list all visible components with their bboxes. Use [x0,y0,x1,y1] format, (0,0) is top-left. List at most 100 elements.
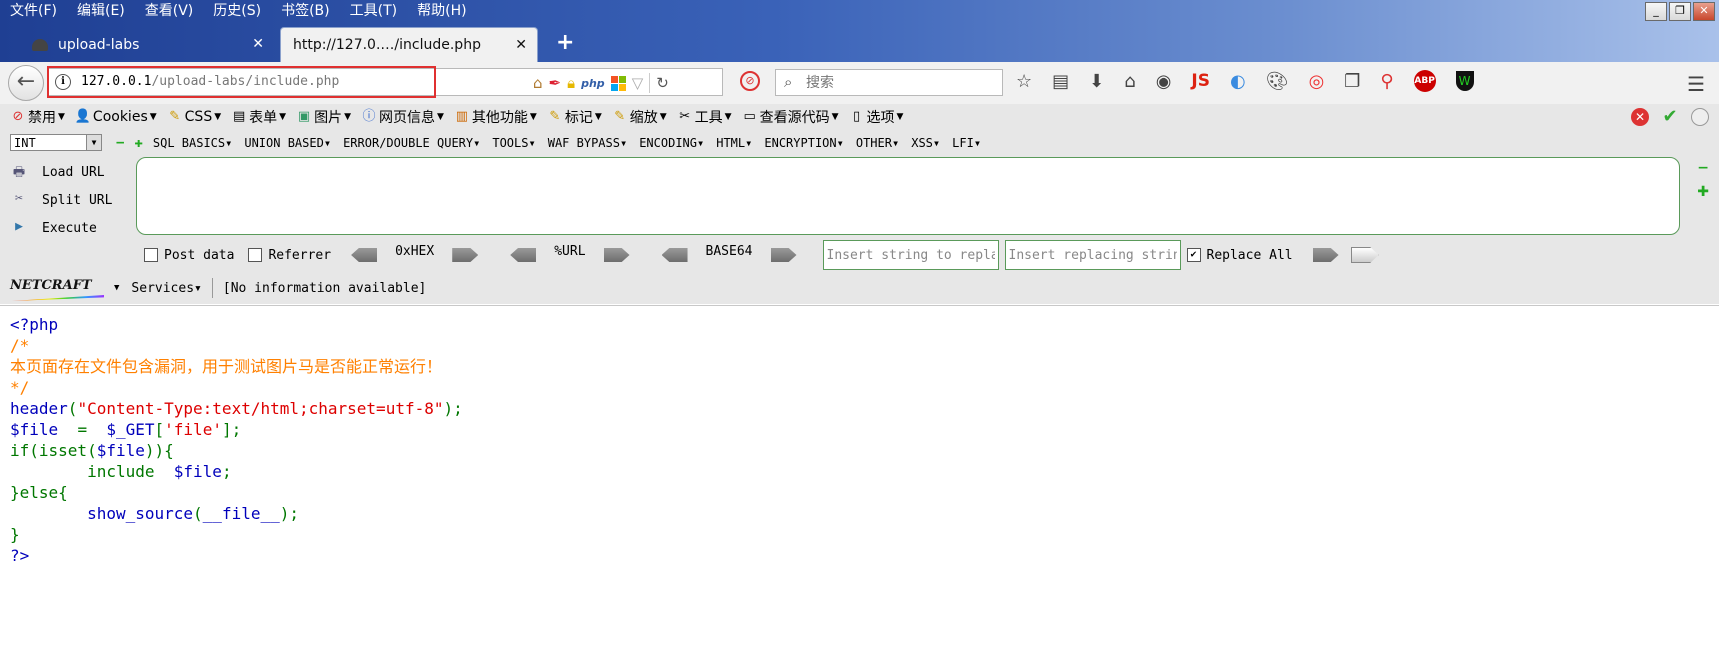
decode-arrow-icon[interactable] [351,248,378,262]
checkbox[interactable] [144,248,158,262]
plus-icon[interactable]: ✚ [1697,184,1709,200]
home-icon[interactable]: ⌂ [1124,71,1135,92]
comment-text: 本页面存在文件包含漏洞，用于测试图片马是否能正常运行！ [10,357,443,376]
dev-misc-menu[interactable]: ▥ 其他功能 ▼ [454,107,537,127]
js-toggle-icon[interactable]: JS [1191,71,1210,91]
menu-encoding[interactable]: ENCODING▾ [639,136,704,150]
url-text[interactable]: 127.0.0.1/upload-labs/include.php [81,74,339,89]
url-bar[interactable]: i 127.0.0.1/upload-labs/include.php ⌂ ✒ … [47,66,723,98]
dev-css-menu[interactable]: ✎ CSS ▼ [167,109,221,125]
adblock-plus-icon[interactable]: ABP [1413,70,1436,92]
palette-icon[interactable]: 🎨︎ [1266,71,1289,92]
dev-tools-menu[interactable]: ✂ 工具 ▼ [677,107,731,127]
lock-icon[interactable]: 🔒︎ [567,74,575,92]
menu-hamburger-icon[interactable]: ☰ [1687,72,1705,96]
menu-edit[interactable]: 编辑(E) [67,0,135,22]
tab-close-icon[interactable]: ✕ [515,37,527,53]
replace-all-checkbox[interactable]: ✔ Replace All [1186,248,1293,263]
blocker-icon[interactable]: ⊘ [740,71,760,91]
dev-images-menu[interactable]: ▣ 图片 ▼ [296,107,351,127]
execute-button[interactable]: ▶ Execute [10,214,120,242]
minus-icon[interactable]: − [1697,160,1709,176]
dev-disable-menu[interactable]: ⊘ 禁用 ▼ [10,107,65,127]
dev-forms-menu[interactable]: ▤ 表单 ▼ [231,107,286,127]
tab-upload-labs[interactable]: upload-labs ✕ [24,27,274,62]
menu-tools[interactable]: 工具(T) [340,0,407,22]
plus-icon[interactable]: ✚ [134,135,142,151]
menu-encryption[interactable]: ENCRYPTION▾ [764,136,843,150]
windows-icon[interactable] [610,75,626,91]
search-box[interactable]: ⌕ [775,69,1003,96]
menu-html[interactable]: HTML▾ [716,136,752,150]
minus-icon[interactable]: − [116,135,124,151]
dropdown-arrow-icon[interactable]: ▽ [632,74,644,92]
menu-other[interactable]: OTHER▾ [856,136,899,150]
clipboard-icon[interactable]: ❐ [1344,71,1360,92]
dev-resize-menu[interactable]: ✎ 缩放 ▼ [612,107,666,127]
php-icon[interactable]: php [581,77,605,90]
comment-open: /* [10,336,30,355]
chevron-down-icon[interactable]: ▼ [114,283,119,293]
menu-view[interactable]: 查看(V) [135,0,204,22]
color-picker-icon[interactable]: ◐ [1230,71,1246,92]
reading-list-icon[interactable]: ▤ [1052,71,1069,92]
minimize-button[interactable]: _ [1645,2,1667,21]
menu-sql-basics[interactable]: SQL BASICS▾ [153,136,232,150]
zoom-icon[interactable]: ⚲ [1380,71,1393,92]
code-token: include [10,462,174,481]
site-info-icon[interactable]: i [55,74,71,90]
decode-arrow-icon[interactable] [510,248,537,262]
menu-bookmarks[interactable]: 书签(B) [271,0,340,22]
int-select[interactable]: INT ▼ [10,134,102,151]
shield-icon[interactable]: W [1455,71,1474,91]
tab-include-php[interactable]: http://127.0.…/include.php ✕ [280,27,538,62]
url-textarea[interactable] [136,157,1680,235]
status-circle-icon[interactable] [1691,108,1709,126]
back-button[interactable]: ← [8,65,44,101]
menu-history[interactable]: 历史(S) [203,0,271,22]
menu-lfi[interactable]: LFI▾ [952,136,981,150]
menu-tools[interactable]: TOOLS▾ [492,136,535,150]
search-input[interactable] [804,72,998,94]
dev-outline-menu[interactable]: ✎ 标记 ▼ [547,107,601,127]
encode-arrow-icon[interactable] [603,248,630,262]
globe-icon[interactable]: ◉ [1156,71,1172,92]
dev-info-menu[interactable]: ⓘ 网页信息 ▼ [361,107,443,127]
menu-file[interactable]: 文件(F) [0,0,67,22]
menu-union-based[interactable]: UNION BASED▾ [244,136,331,150]
checkbox-checked[interactable]: ✔ [1186,248,1201,262]
tab-close-icon[interactable]: ✕ [252,36,264,52]
replace-right-arrow-icon[interactable] [1350,247,1379,263]
addon-icon[interactable]: ◎ [1309,71,1325,92]
new-tab-button[interactable]: + [556,30,574,56]
home-icon[interactable]: ⌂ [533,74,543,92]
menu-error-double-query[interactable]: ERROR/DOUBLE QUERY▾ [343,136,480,150]
menu-waf-bypass[interactable]: WAF BYPASS▾ [548,136,627,150]
load-url-button[interactable]: 🖶︎ Load URL [10,158,120,186]
encode-arrow-icon[interactable] [770,248,797,262]
close-window-button[interactable]: ✕ [1693,2,1715,21]
services-menu[interactable]: Services▾ [131,281,201,296]
decode-arrow-icon[interactable] [661,248,688,262]
menu-xss[interactable]: XSS▾ [911,136,940,150]
restore-button[interactable]: ❐ [1669,2,1691,21]
menu-help[interactable]: 帮助(H) [407,0,476,22]
download-icon[interactable]: ⬇ [1089,71,1104,92]
reload-icon[interactable]: ↻ [656,74,669,92]
feather-icon[interactable]: ✒ [549,74,562,92]
encode-arrow-icon[interactable] [452,248,479,262]
checkbox[interactable] [248,248,263,262]
valid-check-icon[interactable]: ✔ [1661,108,1679,126]
dev-cookies-menu[interactable]: 👤 Cookies ▼ [75,109,157,125]
split-url-button[interactable]: ✂ Split URL [10,186,120,214]
referrer-checkbox[interactable]: Referrer [248,248,331,263]
replace-string-input[interactable] [1004,240,1181,270]
replace-left-arrow-icon[interactable] [1312,248,1339,262]
dev-options-menu[interactable]: ▯ 选项 ▼ [849,107,904,127]
netcraft-logo[interactable]: NETCRAFT [10,275,108,301]
find-string-input[interactable] [822,240,999,270]
dev-view-source-menu[interactable]: ▭ 查看源代码 ▼ [742,107,838,127]
bookmark-star-icon[interactable]: ☆ [1016,71,1032,92]
post-data-checkbox[interactable]: Post data [144,248,234,263]
error-icon[interactable]: ✕ [1631,108,1649,126]
